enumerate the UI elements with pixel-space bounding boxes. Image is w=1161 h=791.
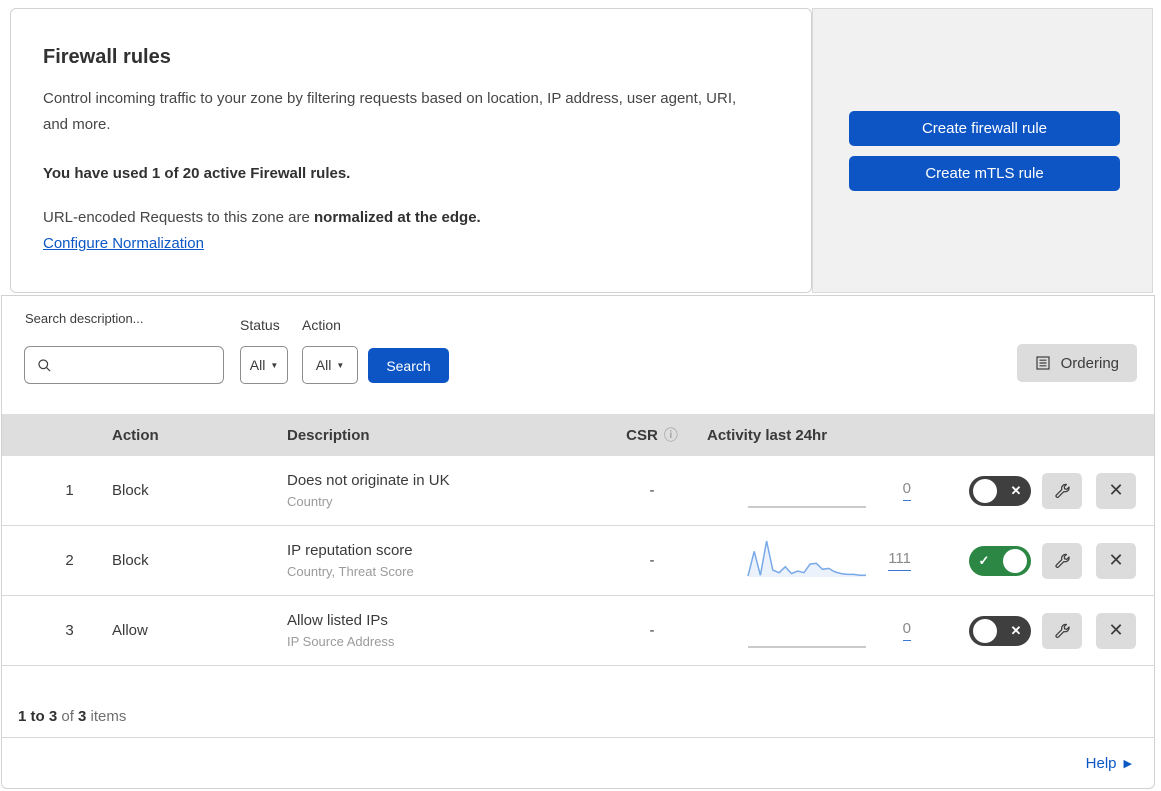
search-button[interactable]: Search	[368, 348, 449, 383]
help-arrow-icon: ▶	[1123, 758, 1132, 770]
rules-panel: Search description... Status All ▼ Actio…	[1, 295, 1155, 789]
filter-bar: Search description... Status All ▼ Actio…	[2, 296, 1154, 414]
x-icon: ✕	[1010, 622, 1022, 638]
column-csr-label: CSR	[626, 426, 658, 444]
help-row: Help ▶	[2, 738, 1154, 788]
rule-priority: 1	[65, 482, 74, 499]
ordering-button[interactable]: Ordering	[1016, 344, 1137, 382]
actions-panel: Create firewall rule Create mTLS rule	[812, 8, 1153, 293]
csr-info-icon[interactable]: ⓘ	[664, 425, 678, 445]
normalization-prefix: URL-encoded Requests to this zone are	[43, 209, 314, 226]
table-header: Action Description CSR ⓘ Activity last 2…	[2, 414, 1154, 456]
close-icon: ✕	[1108, 550, 1124, 570]
rule-criteria: Country	[287, 494, 333, 509]
configure-normalization-link[interactable]: Configure Normalization	[43, 235, 204, 252]
wrench-icon	[1054, 482, 1071, 499]
action-filter-value: All	[315, 357, 332, 373]
column-action: Action	[112, 426, 159, 444]
rule-action: Allow	[112, 622, 148, 639]
x-icon: ✕	[1010, 482, 1022, 498]
rule-description-cell: IP reputation score Country, Threat Scor…	[287, 542, 607, 579]
table-row: 1 Block Does not originate in UK Country…	[2, 456, 1154, 526]
search-icon	[37, 358, 52, 373]
page-title: Firewall rules	[43, 46, 171, 68]
status-filter-dropdown[interactable]: All ▼	[240, 346, 288, 384]
rule-description: Does not originate in UK	[287, 472, 450, 489]
items-range: 1 to 3	[18, 708, 58, 725]
help-label: Help	[1085, 755, 1117, 772]
delete-rule-button[interactable]: ✕	[1096, 612, 1136, 649]
items-count: 1 to 3 of 3 items	[2, 666, 1154, 738]
toggle-knob	[973, 478, 997, 503]
rule-activity-cell: 111	[697, 536, 917, 585]
toggle-knob	[1003, 548, 1027, 573]
close-icon: ✕	[1108, 480, 1124, 500]
table-row: 3 Allow Allow listed IPs IP Source Addre…	[2, 596, 1154, 666]
edit-rule-button[interactable]	[1042, 612, 1082, 649]
ordering-button-label: Ordering	[1060, 354, 1119, 372]
chevron-down-icon: ▼	[270, 360, 279, 370]
rule-csr-value: -	[649, 482, 655, 499]
rule-description: IP reputation score	[287, 542, 413, 559]
rule-criteria: Country, Threat Score	[287, 564, 414, 579]
delete-rule-button[interactable]: ✕	[1096, 542, 1136, 579]
rule-priority: 2	[65, 552, 74, 569]
rule-action: Block	[112, 552, 149, 569]
rule-description-cell: Does not originate in UK Country	[287, 472, 607, 509]
toggle-knob	[973, 618, 997, 643]
rule-activity-cell: 0	[697, 606, 917, 655]
rule-enabled-toggle[interactable]: ✓	[969, 545, 1031, 576]
ordering-list-icon	[1035, 355, 1051, 371]
activity-count-link[interactable]: 111	[888, 550, 911, 571]
rule-action: Block	[112, 482, 149, 499]
search-description-label: Search description...	[25, 311, 144, 326]
delete-rule-button[interactable]: ✕	[1096, 472, 1136, 509]
edit-rule-button[interactable]	[1042, 542, 1082, 579]
wrench-icon	[1054, 552, 1071, 569]
chevron-down-icon: ▼	[336, 360, 345, 370]
page-description: Control incoming traffic to your zone by…	[43, 90, 737, 133]
activity-sparkline	[747, 466, 867, 515]
edit-rule-button[interactable]	[1042, 472, 1082, 509]
rule-csr-value: -	[649, 622, 655, 639]
status-filter-label: Status	[240, 317, 280, 333]
rule-csr-value: -	[649, 552, 655, 569]
rule-controls: ✓ ✕	[917, 542, 1154, 579]
action-filter-dropdown[interactable]: All ▼	[302, 346, 358, 384]
close-icon: ✕	[1108, 620, 1124, 640]
rule-enabled-toggle[interactable]: ✕	[969, 615, 1031, 646]
table-row: 2 Block IP reputation score Country, Thr…	[2, 526, 1154, 596]
normalization-text: URL-encoded Requests to this zone are no…	[43, 209, 765, 226]
column-description: Description	[287, 426, 370, 444]
rule-controls: ✕ ✕	[917, 612, 1154, 649]
rule-activity-cell: 0	[697, 466, 917, 515]
wrench-icon	[1054, 622, 1071, 639]
search-box[interactable]	[24, 346, 224, 384]
action-filter-label: Action	[302, 317, 341, 333]
rule-priority: 3	[65, 622, 74, 639]
status-filter-value: All	[249, 357, 266, 373]
create-mtls-rule-button[interactable]: Create mTLS rule	[849, 156, 1120, 191]
activity-sparkline	[747, 606, 867, 655]
normalization-bold: normalized at the edge.	[314, 209, 481, 226]
check-icon: ✓	[978, 552, 990, 568]
rule-controls: ✕ ✕	[917, 472, 1154, 509]
activity-sparkline	[747, 536, 867, 585]
search-description-input[interactable]	[60, 357, 215, 373]
firewall-rules-card: Firewall rules Control incoming traffic …	[10, 8, 812, 293]
column-csr: CSR ⓘ	[607, 425, 697, 445]
help-link[interactable]: Help ▶	[1086, 755, 1132, 772]
create-firewall-rule-button[interactable]: Create firewall rule	[849, 111, 1120, 146]
column-activity: Activity last 24hr	[707, 426, 828, 444]
activity-count-link[interactable]: 0	[902, 620, 911, 641]
usage-summary: You have used 1 of 20 active Firewall ru…	[43, 165, 351, 182]
rule-criteria: IP Source Address	[287, 634, 395, 649]
rule-description-cell: Allow listed IPs IP Source Address	[287, 612, 607, 649]
rule-description: Allow listed IPs	[287, 612, 388, 629]
items-of: of	[57, 708, 79, 725]
rule-enabled-toggle[interactable]: ✕	[969, 475, 1031, 506]
items-word: items	[86, 708, 127, 725]
table-body: 1 Block Does not originate in UK Country…	[2, 456, 1154, 666]
activity-count-link[interactable]: 0	[902, 480, 911, 501]
